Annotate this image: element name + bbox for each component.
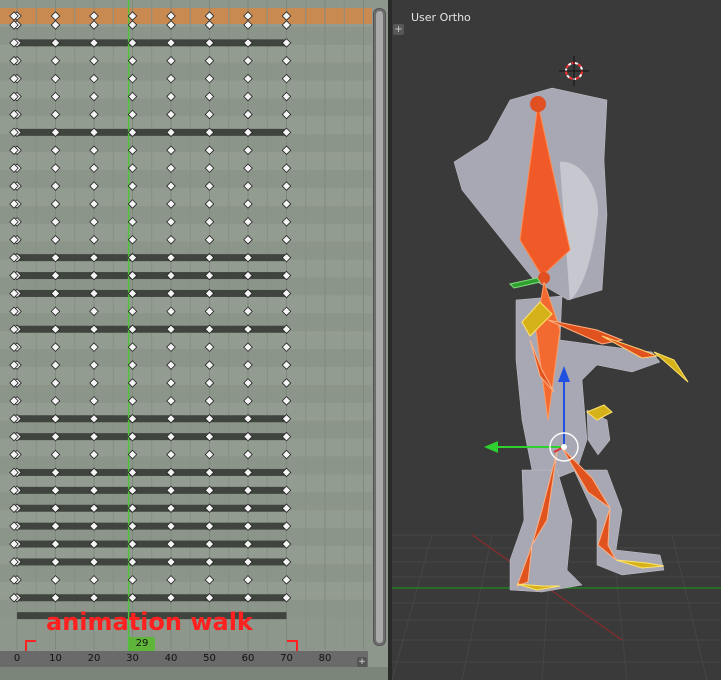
dopesheet-bottom-strip bbox=[0, 667, 388, 680]
ruler-tick-label: 50 bbox=[203, 653, 216, 664]
ruler-tick-label: 40 bbox=[164, 653, 178, 664]
viewport-view-label: User Ortho bbox=[411, 11, 471, 24]
3d-cursor-icon bbox=[559, 56, 589, 86]
dopesheet-canvas[interactable] bbox=[0, 0, 388, 680]
ruler-tick-label: 0 bbox=[13, 653, 21, 664]
ruler-tick-label: 80 bbox=[318, 653, 332, 664]
annotation-text: animation walk bbox=[46, 608, 253, 636]
ruler-tick-label: 10 bbox=[49, 653, 62, 664]
region-expand-icon[interactable]: + bbox=[357, 657, 367, 667]
ruler-tick-label: 30 bbox=[126, 653, 139, 664]
dopesheet-editor[interactable]: 0 10 20 30 40 50 60 70 80 29 animation walk + bbox=[0, 0, 388, 680]
scrollbar-thumb[interactable] bbox=[376, 11, 383, 643]
ruler-tick-label: 60 bbox=[241, 653, 255, 664]
viewport-canvas[interactable] bbox=[392, 0, 721, 680]
current-frame-badge[interactable]: 29 bbox=[129, 637, 155, 651]
ruler-tick-label: 20 bbox=[87, 653, 101, 664]
dopesheet-scrollbar[interactable] bbox=[373, 8, 386, 646]
toolshelf-expand-icon[interactable]: + bbox=[393, 24, 404, 35]
frame-ruler[interactable]: 0 10 20 30 40 50 60 70 80 bbox=[0, 651, 368, 667]
ruler-tick-label: 70 bbox=[280, 653, 293, 664]
3d-viewport[interactable]: User Ortho + bbox=[392, 0, 721, 680]
